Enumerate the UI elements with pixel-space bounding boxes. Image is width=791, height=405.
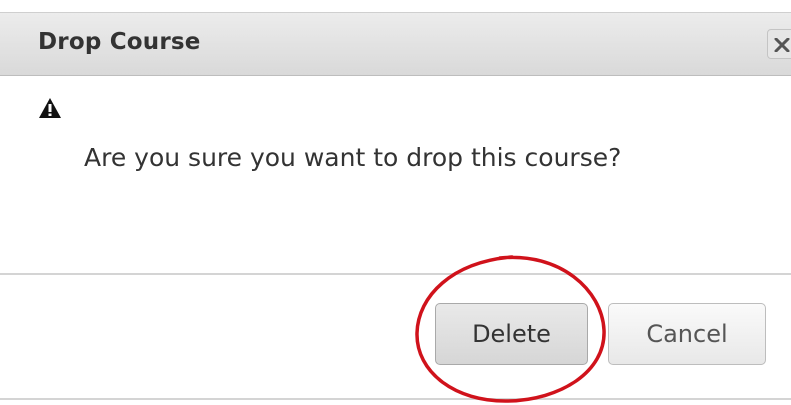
confirmation-message: Are you sure you want to drop this cours… [84,143,622,172]
warning-icon [39,98,61,118]
button-area-divider-bottom [0,398,791,400]
close-icon [774,38,790,52]
cancel-button[interactable]: Cancel [608,303,766,365]
delete-button[interactable]: Delete [435,303,588,365]
drop-course-dialog: Drop Course Are you sure you want to dro… [0,0,791,405]
dialog-title: Drop Course [38,29,201,55]
dialog-titlebar: Drop Course [0,12,791,76]
button-area-divider-top [0,273,791,275]
close-button[interactable] [767,29,791,59]
